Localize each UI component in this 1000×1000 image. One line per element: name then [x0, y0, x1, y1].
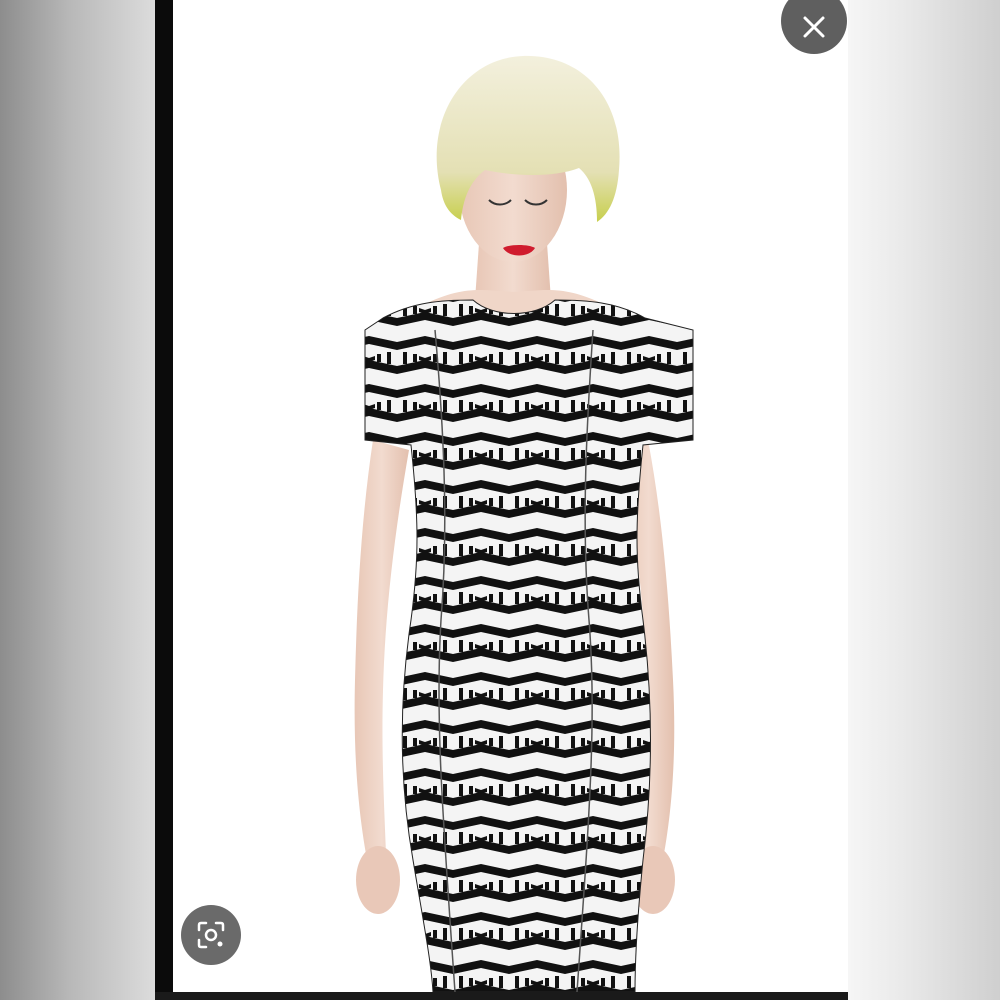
fashion-model-photo[interactable] [173, 0, 848, 992]
image-frame-bottom-edge [155, 992, 848, 1000]
blurred-backdrop-right [848, 0, 1000, 1000]
visual-search-button[interactable] [181, 905, 241, 965]
blurred-backdrop-left [0, 0, 155, 1000]
visual-search-icon [197, 921, 225, 949]
close-icon [803, 16, 825, 38]
photo-illustration [354, 55, 694, 992]
image-frame-edge [155, 0, 173, 1000]
